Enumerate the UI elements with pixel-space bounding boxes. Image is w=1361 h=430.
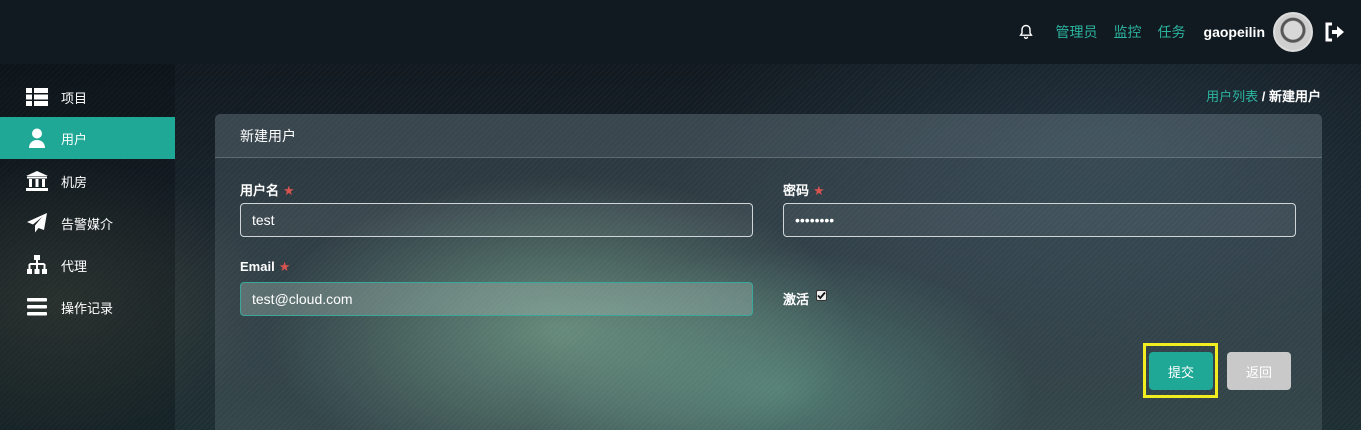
password-label-text: 密码 [783,183,810,198]
sidebar-item-label: 操作记录 [61,300,114,316]
required-mark: ★ [283,183,295,198]
breadcrumb: 用户列表 / 新建用户 [1206,86,1321,105]
required-mark: ★ [278,259,291,274]
nav-link-admin[interactable]: 管理员 [1056,22,1098,42]
sitemap-icon [26,255,48,275]
sidebar-item-label: 项目 [61,90,88,106]
checkmark-icon [817,291,826,300]
breadcrumb-current: 新建用户 [1268,89,1321,104]
sidebar-item-datacenter[interactable]: 机房 [0,160,175,202]
bell-icon[interactable] [1018,24,1034,40]
sidebar-item-projects[interactable]: 项目 [0,76,175,118]
email-field[interactable] [240,282,753,316]
active-checkbox[interactable] [816,290,827,301]
username[interactable]: gaopeilin [1204,24,1265,40]
top-bar: 管理员 监控 任务 gaopeilin [0,0,1361,64]
breadcrumb-user-list[interactable]: 用户列表 [1206,89,1258,104]
password-field[interactable] [783,203,1296,237]
nav-link-tasks[interactable]: 任务 [1158,22,1186,42]
sidebar-item-alert-media[interactable]: 告警媒介 [0,202,175,244]
password-label: 密码 ★ [783,180,825,199]
nav-link-monitor[interactable]: 监控 [1114,22,1142,42]
panel-title: 新建用户 [215,114,1322,158]
active-label: 激活 [783,292,810,307]
sidebar-item-label: 代理 [61,258,88,274]
sidebar: 项目 用户 机房 告警媒介 代理 操作记录 [0,64,175,430]
new-user-panel: 新建用户 用户名★ 密码★ Email★ 激活 提交 返回 [215,114,1322,430]
sidebar-item-label: 机房 [61,174,88,190]
username-field[interactable] [240,203,753,237]
bars-icon [26,297,48,317]
sidebar-item-users[interactable]: 用户 [0,117,175,159]
username-label-text: 用户名 [240,183,280,198]
paper-plane-icon [26,213,48,233]
back-button[interactable]: 返回 [1227,352,1291,390]
email-label-text: Email [240,259,275,274]
sidebar-item-label: 告警媒介 [61,216,114,232]
breadcrumb-separator: / [1258,89,1269,104]
institution-icon [26,171,48,191]
top-right-menu: 管理员 监控 任务 gaopeilin [1018,12,1345,52]
sidebar-item-agents[interactable]: 代理 [0,244,175,286]
required-mark: ★ [813,183,825,198]
email-label: Email ★ [240,259,290,275]
table-icon [26,87,48,107]
logout-icon[interactable] [1323,21,1345,43]
username-label: 用户名 ★ [240,180,295,199]
sidebar-item-label: 用户 [61,131,88,147]
submit-button[interactable]: 提交 [1149,352,1213,390]
user-icon [26,128,48,148]
sidebar-item-operation-log[interactable]: 操作记录 [0,286,175,328]
avatar[interactable] [1273,12,1313,52]
